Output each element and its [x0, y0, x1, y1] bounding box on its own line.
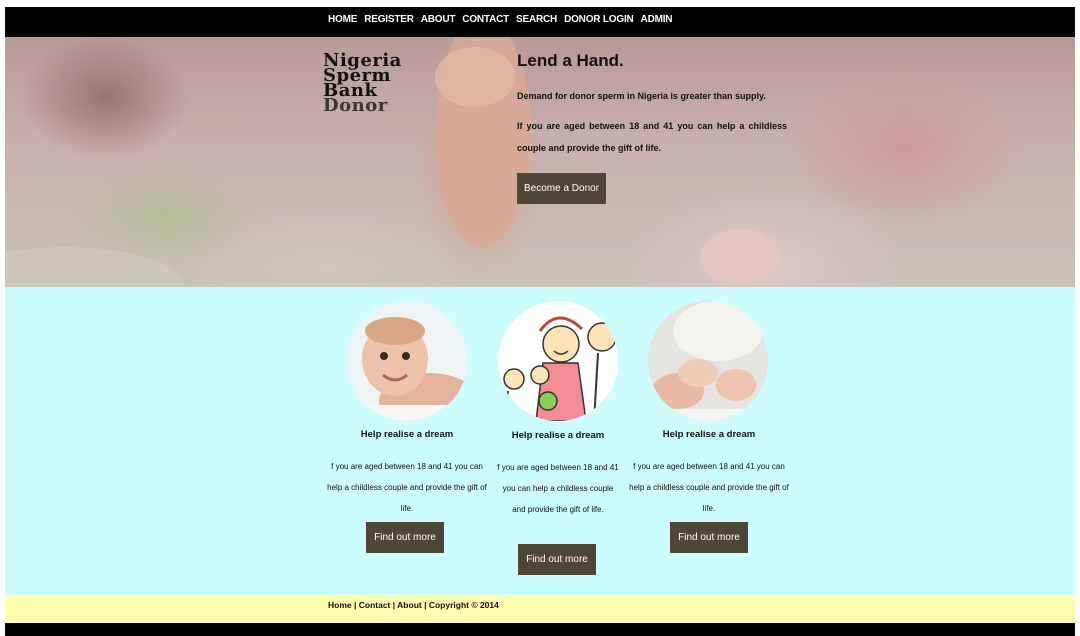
footer-link-about[interactable]: About	[397, 600, 422, 610]
nav-item-admin[interactable]: ADMIN	[641, 14, 673, 25]
nav-item-home[interactable]: HOME	[328, 14, 357, 25]
baby-face-photo	[347, 301, 467, 421]
feature-text: f you are aged between 18 and 41 you can…	[497, 463, 619, 514]
site-logo[interactable]: Nigeria Sperm Bank Donor	[323, 52, 413, 116]
find-out-more-button[interactable]: Find out more	[670, 522, 748, 553]
hero-banner: Nigeria Sperm Bank Donor Lend a Hand. De…	[5, 37, 1075, 287]
blur-shape	[700, 229, 780, 285]
copyright-text: Copyright © 2014	[428, 600, 499, 610]
feature-heading: Help realise a dream	[662, 429, 756, 440]
feature-heading: Help realise a dream	[511, 430, 605, 441]
footer-separator: |	[351, 600, 359, 610]
feature-text: f you are aged between 18 and 41 you can…	[327, 462, 487, 513]
nav-menu: HOME REGISTER ABOUT CONTACT SEARCH DONOR…	[328, 14, 679, 25]
become-donor-button[interactable]: Become a Donor	[517, 173, 607, 204]
footer-link-home[interactable]: Home	[328, 600, 352, 610]
nav-item-about[interactable]: ABOUT	[421, 14, 456, 25]
footer: Home | Contact | About | Copyright © 201…	[5, 595, 1075, 623]
find-out-more-button[interactable]: Find out more	[366, 522, 444, 553]
logo-line: Donor	[323, 95, 388, 116]
nav-item-contact[interactable]: CONTACT	[462, 14, 509, 25]
find-out-more-button[interactable]: Find out more	[518, 544, 596, 575]
baby-feet-photo	[648, 301, 768, 421]
footer-separator: |	[421, 600, 429, 610]
feature-heading: Help realise a dream	[360, 429, 454, 440]
baby-toe-shape	[435, 47, 515, 107]
feature-text: f you are aged between 18 and 41 you can…	[629, 462, 789, 513]
footer-link-contact[interactable]: Contact	[359, 600, 391, 610]
nav-item-search[interactable]: SEARCH	[516, 14, 557, 25]
nav-item-donor-login[interactable]: DONOR LOGIN	[564, 14, 634, 25]
hero-paragraph: If you are aged between 18 and 41 you ca…	[517, 121, 787, 153]
footer-links: Home | Contact | About | Copyright © 201…	[328, 600, 499, 610]
nav-item-register[interactable]: REGISTER	[364, 14, 414, 25]
features-section: Help realise a dream f you are aged betw…	[5, 287, 1075, 595]
hero-content: Lend a Hand. Demand for donor sperm in N…	[517, 51, 787, 204]
blur-shape	[5, 247, 185, 287]
top-navigation: HOME REGISTER ABOUT CONTACT SEARCH DONOR…	[5, 7, 1075, 37]
hero-title: Lend a Hand.	[517, 51, 624, 70]
hero-paragraph: Demand for donor sperm in Nigeria is gre…	[517, 91, 766, 101]
family-drawing	[498, 301, 618, 421]
